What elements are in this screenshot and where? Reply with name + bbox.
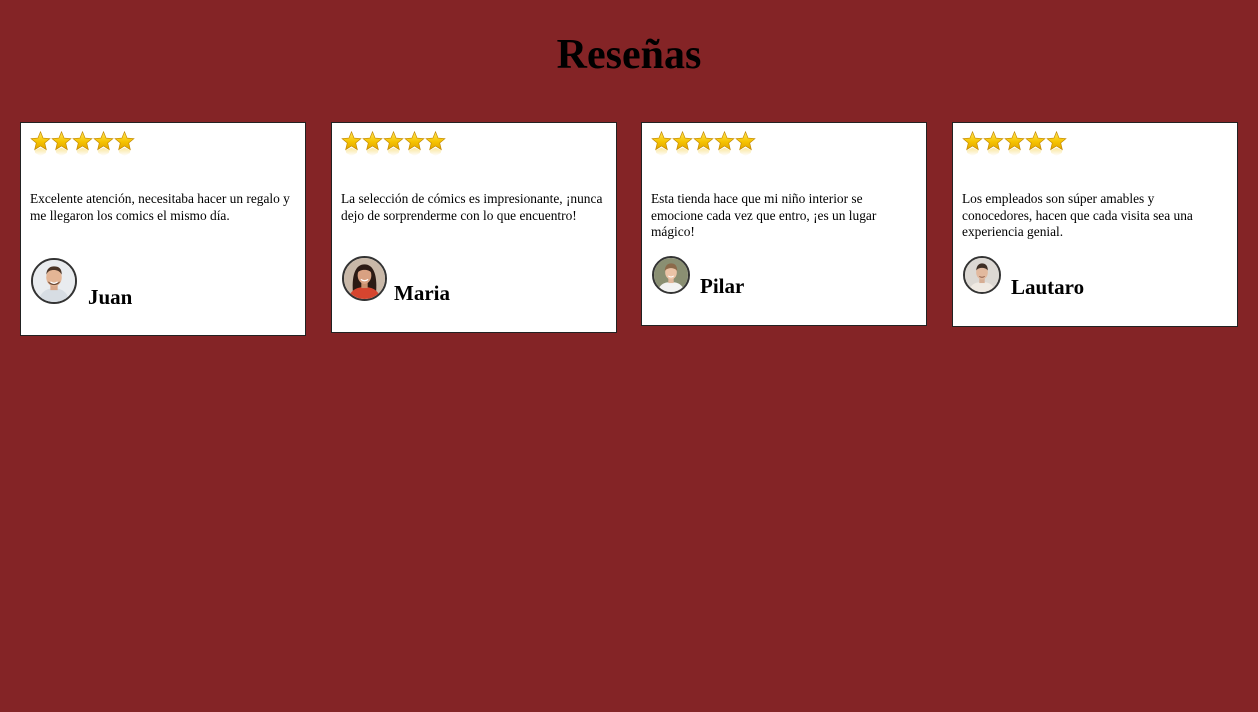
star-icon: [735, 131, 756, 157]
review-card: Excelente atención, necesitaba hacer un …: [20, 122, 306, 336]
woman-dark-hair-avatar: [342, 256, 387, 301]
review-text: Esta tienda hace que mi niño interior se…: [651, 191, 877, 239]
woman-light-hair-avatar: [652, 256, 690, 294]
review-card: Esta tienda hace que mi niño interior se…: [641, 122, 927, 326]
star-icon: [1046, 131, 1067, 157]
star-icon: [1004, 131, 1025, 157]
star-icon: [404, 131, 425, 157]
star-rating: [30, 131, 135, 157]
star-icon: [72, 131, 93, 157]
star-icon: [114, 131, 135, 157]
star-icon: [425, 131, 446, 157]
star-icon: [962, 131, 983, 157]
review-text: Los empleados son súper amables y conoce…: [962, 191, 1193, 239]
star-rating: [341, 131, 446, 157]
review-text: Excelente atención, necesitaba hacer un …: [30, 191, 290, 223]
man-smiling-avatar: [31, 258, 77, 304]
star-icon: [383, 131, 404, 157]
star-icon: [93, 131, 114, 157]
star-rating: [962, 131, 1067, 157]
star-icon: [341, 131, 362, 157]
star-icon: [672, 131, 693, 157]
star-icon: [362, 131, 383, 157]
reviewer-name: Juan: [88, 285, 133, 309]
star-icon: [714, 131, 735, 157]
star-icon: [651, 131, 672, 157]
page-title: Reseñas: [556, 32, 702, 78]
review-card: Los empleados son súper amables y conoce…: [952, 122, 1238, 327]
man-short-hair-avatar: [963, 256, 1001, 294]
star-icon: [693, 131, 714, 157]
star-icon: [51, 131, 72, 157]
star-rating: [651, 131, 756, 157]
review-card: La selección de cómics es impresionante,…: [331, 122, 617, 333]
star-icon: [1025, 131, 1046, 157]
reviewer-name: Pilar: [700, 274, 745, 298]
star-icon: [983, 131, 1004, 157]
reviewer-name: Lautaro: [1011, 275, 1085, 299]
star-icon: [30, 131, 51, 157]
review-text: La selección de cómics es impresionante,…: [341, 191, 603, 223]
reviewer-name: Maria: [394, 281, 450, 305]
